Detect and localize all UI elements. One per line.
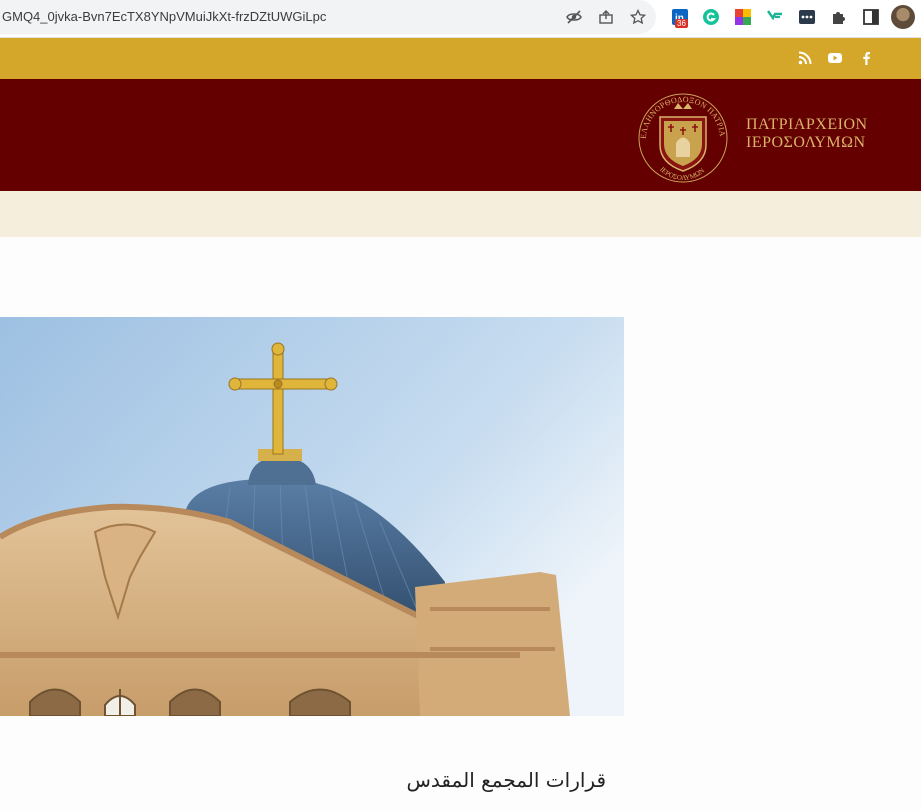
logo-wordmark[interactable]: ΠΑΤΡΙΑΡΧΕΙΟΝ ΙΕΡΟΣΟΛΥΜΩΝ [746,116,868,152]
browser-toolbar: GMQ4_0jvka-Bvn7EcTX8YNpVMuiJkXt-frzDZtUW… [0,0,921,38]
patriarchate-seal-logo[interactable]: ΕΛΛΗΝΟΡΘΟΔΟΞΟΝ ΠΑΤΡΙΑΡΧΕΙΟΝ ΙΕΡΟΣΟΛΥΜΩΝ [636,83,730,187]
eye-off-icon[interactable] [565,8,583,26]
colorful-grid-extension-icon[interactable] [733,7,753,27]
address-bar-url[interactable]: GMQ4_0jvka-Bvn7EcTX8YNpVMuiJkXt-frzDZtUW… [2,9,326,24]
address-bar[interactable]: GMQ4_0jvka-Bvn7EcTX8YNpVMuiJkXt-frzDZtUW… [0,0,656,34]
share-icon[interactable] [597,8,615,26]
puzzle-icon[interactable] [829,7,849,27]
linkedin-extension-icon[interactable]: in 36 [670,7,690,28]
site-header: ΕΛΛΗΝΟΡΘΟΔΟΞΟΝ ΠΑΤΡΙΑΡΧΕΙΟΝ ΙΕΡΟΣΟΛΥΜΩΝ … [0,79,921,191]
hero-image-church-dome [0,317,624,716]
facebook-icon[interactable] [858,50,874,66]
grammarly-icon[interactable] [701,7,721,27]
navigation-bar [0,191,921,237]
social-bar [0,38,921,79]
rss-icon[interactable] [797,50,813,66]
youtube-icon[interactable] [827,50,843,66]
profile-avatar[interactable] [891,5,915,29]
extension-badge-count: 36 [675,19,688,28]
star-icon[interactable] [629,8,647,26]
logo-line-1: ΠΑΤΡΙΑΡΧΕΙΟΝ [746,116,868,133]
page-title: قرارات المجمع المقدس [406,768,606,792]
logo-line-2: ΙΕΡΟΣΟΛΥΜΩΝ [746,134,866,151]
sidepanel-icon[interactable] [861,7,881,27]
vf-extension-icon[interactable] [765,7,785,27]
dots-extension-icon[interactable] [797,7,817,27]
